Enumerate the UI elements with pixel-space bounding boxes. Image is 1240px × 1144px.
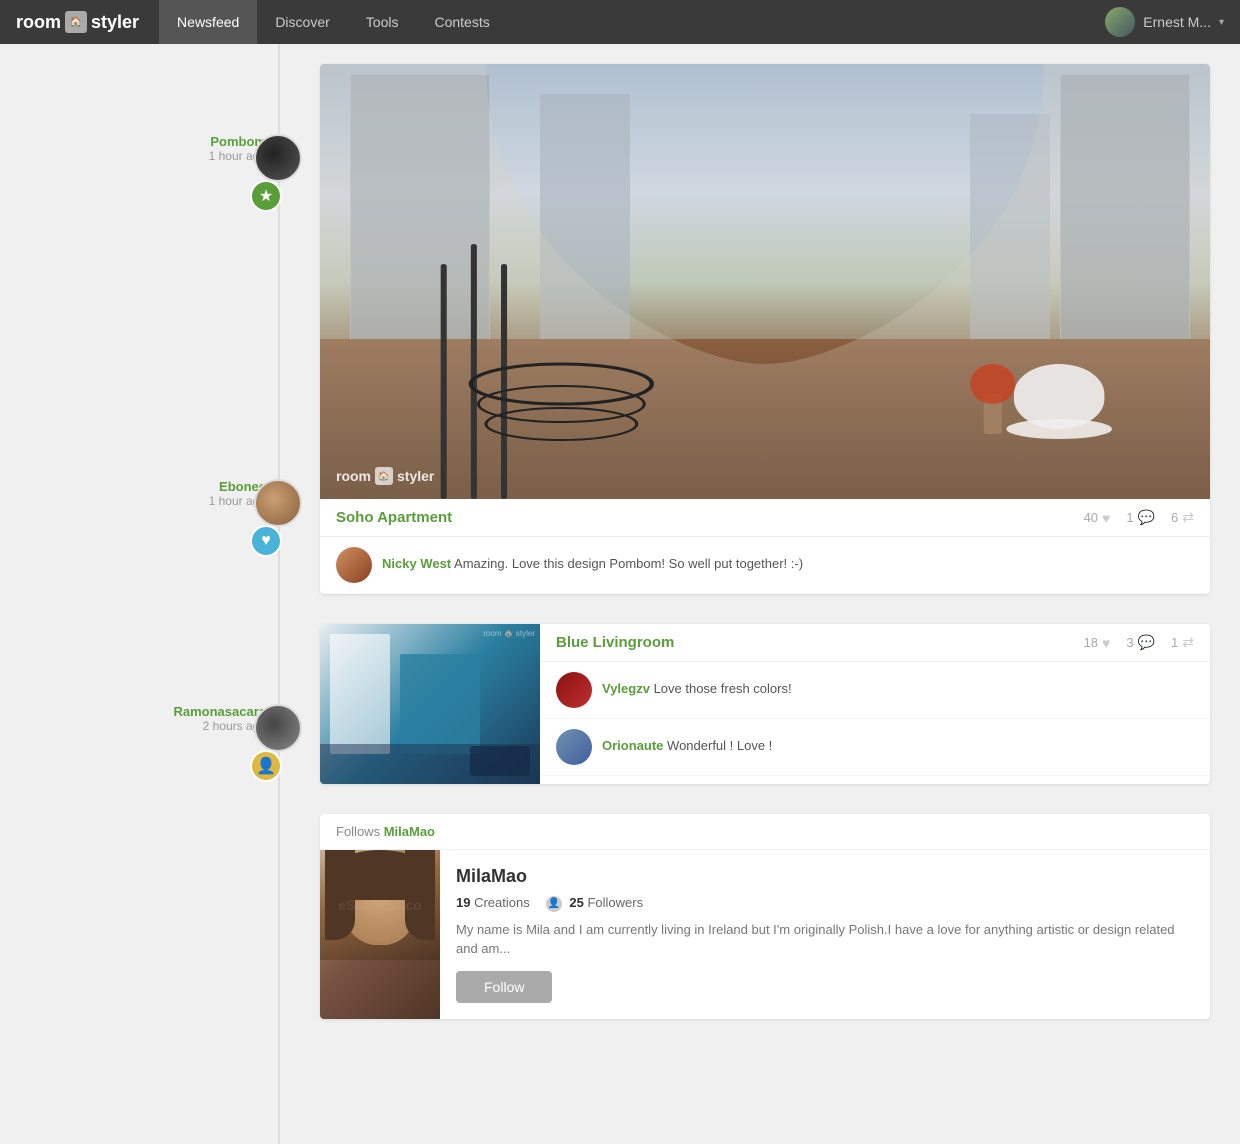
follows-name-link[interactable]: MilaMao <box>384 824 435 839</box>
soho-watermark: room 🏠 styler <box>336 467 434 485</box>
follow-stats-row: 19 Creations 👤 25 Followers <box>456 895 1194 912</box>
comment-author-nicky[interactable]: Nicky West <box>382 556 451 571</box>
watermark-icon: 🏠 <box>375 467 393 485</box>
followers-icon: 👤 <box>546 896 562 912</box>
feed-comment-blue-2: Orionaute Wonderful ! Love ! <box>540 719 1210 776</box>
avatar-ebonee[interactable] <box>254 479 302 527</box>
comment-body-blue-1: Love those fresh colors! <box>654 681 792 696</box>
sidebar-entry-ramonasacara: Ramonasacara 2 hours ago 👤 <box>0 704 310 739</box>
feed-card-blue: room 🏠 styler Blue Livingroom 18 ♥ 3 💬 <box>320 624 1210 784</box>
likes-count-soho: 40 <box>1084 510 1098 525</box>
badge-person-ramonasacara: 👤 <box>250 750 282 782</box>
feed: room 🏠 styler Soho Apartment 40 ♥ 1 💬 <box>310 44 1230 1144</box>
feed-image-blue[interactable]: room 🏠 styler <box>320 624 540 784</box>
comment-author-vylegzv[interactable]: Vylegzv <box>602 681 650 696</box>
followers-label: Followers <box>587 895 643 910</box>
badge-star-pombom: ★ <box>250 180 282 212</box>
feed-meta-blue: Blue Livingroom 18 ♥ 3 💬 1 ⇄ <box>540 624 1210 662</box>
logo-text-right: styler <box>91 12 139 33</box>
star-icon: ★ <box>259 186 273 206</box>
shares-count-blue: 1 <box>1171 635 1178 650</box>
nav-contests[interactable]: Contests <box>416 0 507 44</box>
comment-stat-icon-blue: 💬 <box>1138 634 1155 651</box>
user-name: Ernest M... <box>1143 14 1211 30</box>
user-menu[interactable]: Ernest M... ▾ <box>1105 7 1224 37</box>
comment-author-orionaute[interactable]: Orionaute <box>602 738 663 753</box>
page: Pombom 1 hour ago ★ Ebonee 1 hour ago ♥ … <box>0 0 1240 1144</box>
avatar-ramonasacara[interactable] <box>254 704 302 752</box>
comment-avatar-nicky[interactable] <box>336 547 372 583</box>
feed-stat-likes-soho: 40 ♥ <box>1084 510 1111 526</box>
sidebar-entry-ebonee: Ebonee 1 hour ago ♥ <box>0 479 310 514</box>
follow-username[interactable]: MilaMao <box>456 866 1194 887</box>
share-stat-icon: ⇄ <box>1182 509 1194 526</box>
follow-followers-stat: 👤 25 Followers <box>546 895 643 912</box>
follow-info: MilaMao 19 Creations 👤 25 Followers My n… <box>440 850 1210 1019</box>
site-logo[interactable]: room 🏠 styler <box>16 11 139 33</box>
follow-body: eSuggest.co MilaMao 19 Creations 👤 25 Fo <box>320 850 1210 1019</box>
followers-count: 25 <box>569 895 583 910</box>
follow-avatar-milamao[interactable]: eSuggest.co <box>320 850 440 1019</box>
likes-count-blue: 18 <box>1084 635 1098 650</box>
heart-stat-icon: ♥ <box>1102 510 1110 526</box>
feed-card-soho: room 🏠 styler Soho Apartment 40 ♥ 1 💬 <box>320 64 1210 594</box>
sidebar-time-ramonasacara: 2 hours ago <box>174 719 267 733</box>
nav-tools[interactable]: Tools <box>348 0 417 44</box>
nav-newsfeed[interactable]: Newsfeed <box>159 0 257 44</box>
feed-stat-comments-soho: 1 💬 <box>1126 509 1155 526</box>
person-icon: 👤 <box>256 756 276 776</box>
follow-bio: My name is Mila and I am currently livin… <box>456 920 1194 959</box>
avatar <box>1105 7 1135 37</box>
comments-count-soho: 1 <box>1126 510 1133 525</box>
follow-header: Follows MilaMao <box>320 814 1210 850</box>
feed-stat-likes-blue: 18 ♥ <box>1084 635 1111 651</box>
comment-text-soho: Nicky West Amazing. Love this design Pom… <box>382 547 803 573</box>
creations-label: Creations <box>474 895 530 910</box>
feed-comment-soho: Nicky West Amazing. Love this design Pom… <box>320 537 1210 594</box>
feed-comment-blue-1: Vylegzv Love those fresh colors! <box>540 662 1210 719</box>
feed-stats-blue: 18 ♥ 3 💬 1 ⇄ <box>1084 634 1194 651</box>
follow-creations-stat: 19 Creations <box>456 895 530 912</box>
comment-body-soho-text: Amazing. Love this design Pombom! So wel… <box>454 556 803 571</box>
logo-text-left: room <box>16 12 61 33</box>
follows-prefix: Follows <box>336 824 380 839</box>
feed-title-soho[interactable]: Soho Apartment <box>336 509 1084 526</box>
dropdown-arrow-icon: ▾ <box>1219 17 1224 28</box>
feed-title-blue[interactable]: Blue Livingroom <box>556 634 1084 651</box>
feed-row-right-blue: Blue Livingroom 18 ♥ 3 💬 1 ⇄ <box>540 624 1210 784</box>
shares-count-soho: 6 <box>1171 510 1178 525</box>
sidebar-entry-text-ramonasacara: Ramonasacara 2 hours ago <box>174 704 267 733</box>
comment-avatar-vylegzv[interactable] <box>556 672 592 708</box>
avatar-pombom[interactable] <box>254 134 302 182</box>
comment-avatar-orionaute[interactable] <box>556 729 592 765</box>
feed-stats-soho: 40 ♥ 1 💬 6 ⇄ <box>1084 509 1194 526</box>
creations-count: 19 <box>456 895 470 910</box>
heart-stat-icon-blue: ♥ <box>1102 635 1110 651</box>
logo-icon: 🏠 <box>65 11 87 33</box>
badge-heart-ebonee: ♥ <box>250 525 282 557</box>
feed-card-follow: Follows MilaMao eSuggest.co <box>320 814 1210 1019</box>
comment-text-blue-1: Vylegzv Love those fresh colors! <box>602 672 792 698</box>
share-stat-icon-blue: ⇄ <box>1182 634 1194 651</box>
follow-button[interactable]: Follow <box>456 971 552 1003</box>
watermark-text-left: room <box>336 468 371 484</box>
comment-body-blue-2: Wonderful ! Love ! <box>667 738 772 753</box>
navbar: room 🏠 styler Newsfeed Discover Tools Co… <box>0 0 1240 44</box>
sidebar: Pombom 1 hour ago ★ Ebonee 1 hour ago ♥ … <box>0 44 310 1144</box>
nav-links: Newsfeed Discover Tools Contests <box>159 0 508 44</box>
comments-count-blue: 3 <box>1126 635 1133 650</box>
feed-stat-comments-blue: 3 💬 <box>1126 634 1155 651</box>
heart-icon: ♥ <box>261 532 271 550</box>
comment-stat-icon: 💬 <box>1138 509 1155 526</box>
nav-discover[interactable]: Discover <box>257 0 347 44</box>
feed-stat-shares-blue: 1 ⇄ <box>1171 634 1194 651</box>
feed-stat-shares-soho: 6 ⇄ <box>1171 509 1194 526</box>
sidebar-name-ramonasacara[interactable]: Ramonasacara <box>174 704 267 719</box>
feed-meta-soho: Soho Apartment 40 ♥ 1 💬 6 ⇄ <box>320 499 1210 537</box>
sidebar-entry-pombom: Pombom 1 hour ago ★ <box>0 134 310 169</box>
feed-image-soho[interactable]: room 🏠 styler <box>320 64 1210 499</box>
timeline-line <box>278 44 280 1144</box>
comment-text-blue-2: Orionaute Wonderful ! Love ! <box>602 729 772 755</box>
watermark-text-right: styler <box>397 468 434 484</box>
